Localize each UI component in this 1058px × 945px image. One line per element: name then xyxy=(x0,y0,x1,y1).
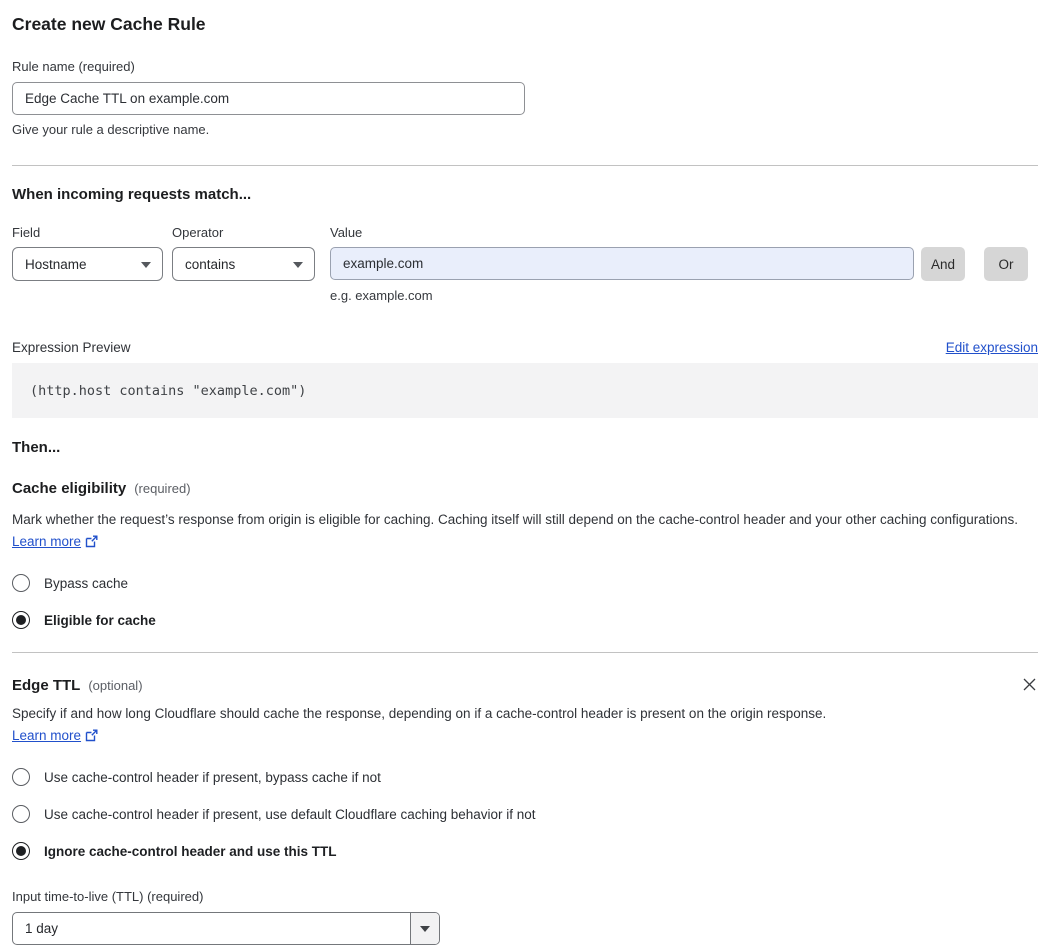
expression-code-block: (http.host contains "example.com") xyxy=(12,363,1038,418)
edge-ttl-options: Use cache-control header if present, byp… xyxy=(12,768,1038,860)
radio-icon-checked[interactable] xyxy=(12,842,30,860)
field-label: Field xyxy=(12,225,172,240)
value-label: Value xyxy=(330,225,362,240)
match-row: Hostname contains And Or xyxy=(12,247,1038,281)
then-heading: Then... xyxy=(12,439,1038,456)
radio-icon[interactable] xyxy=(12,805,30,823)
cache-eligibility-header: Cache eligibility (required) xyxy=(12,480,1038,497)
value-helper: e.g. example.com xyxy=(330,288,1038,303)
radio-option-label: Use cache-control header if present, byp… xyxy=(44,770,381,785)
cache-eligibility-options: Bypass cache Eligible for cache xyxy=(12,574,1038,629)
edge-ttl-header: Edge TTL (optional) xyxy=(12,677,1038,694)
learn-more-link[interactable]: Learn more xyxy=(12,534,81,549)
value-input[interactable] xyxy=(330,247,914,280)
radio-option-label: Use cache-control header if present, use… xyxy=(44,807,536,822)
match-heading: When incoming requests match... xyxy=(12,186,1038,203)
radio-icon[interactable] xyxy=(12,768,30,786)
chevron-down-icon xyxy=(141,262,151,268)
section-divider xyxy=(12,165,1038,166)
or-button[interactable]: Or xyxy=(984,247,1028,281)
radio-icon[interactable] xyxy=(12,574,30,592)
operator-label: Operator xyxy=(172,225,330,240)
rule-name-label: Rule name (required) xyxy=(12,59,1038,74)
cache-eligibility-description: Mark whether the request’s response from… xyxy=(12,509,1022,555)
learn-more-link[interactable]: Learn more xyxy=(12,728,81,743)
field-select-value: Hostname xyxy=(25,257,87,272)
expression-code: (http.host contains "example.com") xyxy=(30,383,306,399)
section-divider xyxy=(12,652,1038,653)
close-icon[interactable] xyxy=(1020,675,1038,693)
page-title: Create new Cache Rule xyxy=(12,14,1038,35)
external-link-icon xyxy=(85,533,98,555)
edge-ttl-description-text: Specify if and how long Cloudflare shoul… xyxy=(12,706,826,721)
rule-name-helper: Give your rule a descriptive name. xyxy=(12,122,1038,137)
ttl-select[interactable]: 1 day xyxy=(12,912,440,945)
chevron-down-icon xyxy=(293,262,303,268)
ttl-select-value: 1 day xyxy=(13,913,410,944)
expression-preview-label: Expression Preview xyxy=(12,340,131,355)
cache-eligibility-required-tag: (required) xyxy=(134,481,190,496)
radio-option-label: Ignore cache-control header and use this… xyxy=(44,844,337,859)
radio-option-label: Bypass cache xyxy=(44,576,128,591)
radio-option-ignore-header-use-ttl[interactable]: Ignore cache-control header and use this… xyxy=(12,842,1038,860)
edit-expression-link[interactable]: Edit expression xyxy=(946,340,1038,355)
ttl-select-dropdown-button[interactable] xyxy=(410,913,439,944)
ttl-input-label: Input time-to-live (TTL) (required) xyxy=(12,889,1038,904)
external-link-icon xyxy=(85,727,98,749)
radio-option-label: Eligible for cache xyxy=(44,613,156,628)
edge-ttl-description: Specify if and how long Cloudflare shoul… xyxy=(12,703,844,749)
operator-select[interactable]: contains xyxy=(172,247,315,281)
radio-option-use-header-bypass[interactable]: Use cache-control header if present, byp… xyxy=(12,768,1038,786)
radio-option-eligible-for-cache[interactable]: Eligible for cache xyxy=(12,611,1038,629)
cache-eligibility-title: Cache eligibility xyxy=(12,480,126,497)
operator-select-value: contains xyxy=(185,257,235,272)
field-select[interactable]: Hostname xyxy=(12,247,163,281)
match-column-labels: Field Operator Value xyxy=(12,225,1038,240)
radio-icon-checked[interactable] xyxy=(12,611,30,629)
cache-eligibility-description-text: Mark whether the request’s response from… xyxy=(12,512,1018,527)
and-button[interactable]: And xyxy=(921,247,965,281)
expression-preview-row: Expression Preview Edit expression xyxy=(12,340,1038,355)
radio-option-bypass-cache[interactable]: Bypass cache xyxy=(12,574,1038,592)
edge-ttl-optional-tag: (optional) xyxy=(88,678,142,693)
create-cache-rule-form: Create new Cache Rule Rule name (require… xyxy=(0,0,1058,945)
edge-ttl-title: Edge TTL xyxy=(12,677,80,694)
chevron-down-icon xyxy=(420,926,430,932)
rule-name-input[interactable] xyxy=(12,82,525,115)
radio-option-use-header-default[interactable]: Use cache-control header if present, use… xyxy=(12,805,1038,823)
